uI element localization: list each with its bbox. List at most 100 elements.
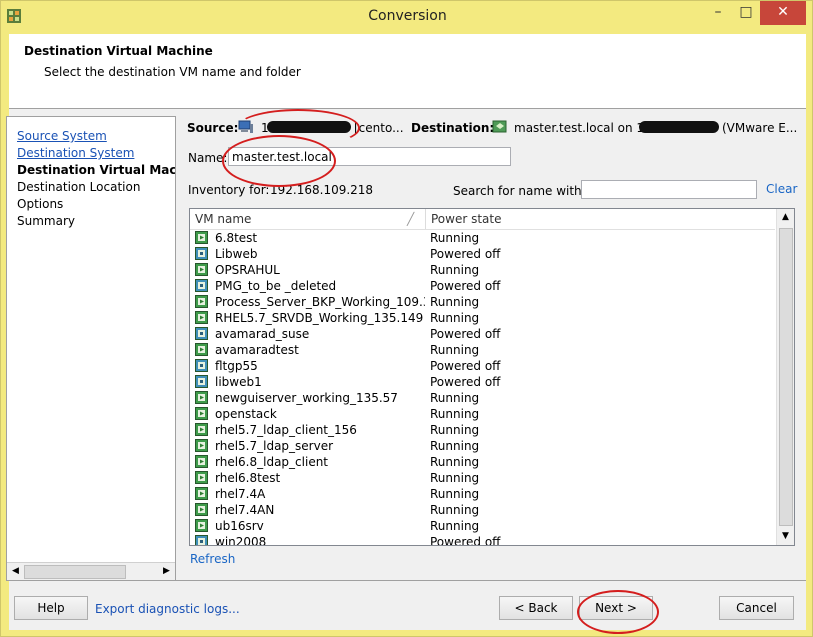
wizard-header: Destination Virtual Machine Select the d…: [9, 34, 806, 109]
vm-running-icon: [195, 407, 208, 420]
table-row[interactable]: win2008 Powered off: [190, 534, 775, 546]
table-row[interactable]: ub16srv Running: [190, 518, 775, 534]
nav-step-options: Options: [17, 197, 64, 211]
column-divider[interactable]: [425, 209, 426, 229]
vm-table: VM name ╱ Power state 6.8test Running Libw…: [189, 208, 795, 546]
power-state-cell: Powered off: [430, 535, 501, 546]
power-state-cell: Running: [430, 231, 480, 245]
scrollbar-thumb[interactable]: [24, 565, 126, 579]
power-state-cell: Running: [430, 407, 480, 421]
table-row[interactable]: Libweb Powered off: [190, 246, 775, 262]
power-state-cell: Running: [430, 503, 480, 517]
vm-running-icon: [195, 423, 208, 436]
table-row[interactable]: avamarad_suse Powered off: [190, 326, 775, 342]
redaction-mark: [267, 121, 351, 133]
power-state-cell: Powered off: [430, 375, 501, 389]
vm-table-header: VM name ╱ Power state: [190, 209, 775, 230]
column-header-power-state[interactable]: Power state: [431, 212, 502, 226]
clear-link[interactable]: Clear: [766, 182, 797, 196]
table-row[interactable]: PMG_to_be _deleted Powered off: [190, 278, 775, 294]
nav-horizontal-scrollbar[interactable]: ◀ ▶: [7, 562, 175, 580]
table-row[interactable]: rhel5.7_ldap_server Running: [190, 438, 775, 454]
table-row[interactable]: OPSRAHUL Running: [190, 262, 775, 278]
minimize-button[interactable]: –: [705, 1, 731, 25]
table-row[interactable]: rhel6.8test Running: [190, 470, 775, 486]
power-state-cell: Running: [430, 519, 480, 533]
power-state-cell: Running: [430, 263, 480, 277]
table-row[interactable]: fltgp55 Powered off: [190, 358, 775, 374]
maximize-button[interactable]: □: [733, 1, 759, 25]
vm-name-input[interactable]: [228, 147, 511, 166]
window-title: Conversion: [368, 8, 447, 24]
power-state-cell: Running: [430, 439, 480, 453]
table-row[interactable]: rhel7.4AN Running: [190, 502, 775, 518]
vm-name-cell: ub16srv: [215, 519, 264, 533]
help-button[interactable]: Help: [14, 596, 88, 620]
page-subtitle: Select the destination VM name and folde…: [44, 65, 301, 79]
vm-name-cell: PMG_to_be _deleted: [215, 279, 337, 293]
wizard-steps-nav: Source System Destination System Destina…: [6, 116, 176, 581]
vm-name-cell: rhel6.8_ldap_client: [215, 455, 329, 469]
power-state-cell: Running: [430, 423, 480, 437]
cancel-button[interactable]: Cancel: [719, 596, 794, 620]
nav-step-destination-vm: Destination Virtual Machine: [17, 163, 176, 177]
vm-running-icon: [195, 503, 208, 516]
vm-name-cell: rhel7.4AN: [215, 503, 275, 517]
vm-running-icon: [195, 519, 208, 532]
vm-running-icon: [195, 311, 208, 324]
vm-name-cell: 6.8test: [215, 231, 258, 245]
title-bar[interactable]: Conversion – □ ✕: [1, 1, 813, 33]
inventory-value: 192.168.109.218: [270, 183, 374, 197]
nav-step-destination-location: Destination Location: [17, 180, 141, 194]
vm-running-icon: [195, 263, 208, 276]
vm-name-cell: rhel7.4A: [215, 487, 266, 501]
computer-icon: [238, 120, 253, 133]
vm-name-cell: Libweb: [215, 247, 258, 261]
table-row[interactable]: avamaradtest Running: [190, 342, 775, 358]
vm-off-icon: [195, 247, 208, 260]
table-row[interactable]: Process_Server_BKP_Working_109.38 Running: [190, 294, 775, 310]
power-state-cell: Powered off: [430, 247, 501, 261]
nav-step-summary: Summary: [17, 214, 75, 228]
vm-name-cell: rhel6.8test: [215, 471, 281, 485]
power-state-cell: Powered off: [430, 327, 501, 341]
table-row[interactable]: rhel5.7_ldap_client_156 Running: [190, 422, 775, 438]
table-row[interactable]: libweb1 Powered off: [190, 374, 775, 390]
vm-off-icon: [195, 359, 208, 372]
close-button[interactable]: ✕: [760, 1, 806, 25]
nav-step-source-system[interactable]: Source System: [17, 129, 107, 143]
destination-label: Destination:: [411, 121, 495, 135]
vm-name-cell: openstack: [215, 407, 277, 421]
table-row[interactable]: rhel6.8_ldap_client Running: [190, 454, 775, 470]
scroll-down-icon[interactable]: ▼: [777, 528, 794, 545]
power-state-cell: Running: [430, 487, 480, 501]
back-button[interactable]: < Back: [499, 596, 573, 620]
scroll-left-icon[interactable]: ◀: [8, 564, 23, 579]
vm-running-icon: [195, 343, 208, 356]
vm-name-cell: fltgp55: [215, 359, 258, 373]
table-row[interactable]: openstack Running: [190, 406, 775, 422]
table-row[interactable]: 6.8test Running: [190, 230, 775, 246]
vm-name-cell: OPSRAHUL: [215, 263, 280, 277]
search-input[interactable]: [581, 180, 757, 199]
vm-off-icon: [195, 327, 208, 340]
scroll-up-icon[interactable]: ▲: [777, 209, 794, 226]
next-button[interactable]: Next >: [579, 596, 653, 620]
power-state-cell: Running: [430, 471, 480, 485]
vm-table-vertical-scrollbar[interactable]: ▲ ▼: [776, 209, 794, 545]
export-diagnostic-logs-link[interactable]: Export diagnostic logs...: [95, 602, 240, 616]
vm-running-icon: [195, 487, 208, 500]
table-row[interactable]: newguiserver_working_135.57 Running: [190, 390, 775, 406]
vm-running-icon: [195, 231, 208, 244]
vm-name-cell: rhel5.7_ldap_client_156: [215, 423, 357, 437]
sort-icon: ╱: [407, 212, 415, 226]
column-header-vm-name[interactable]: VM name: [195, 212, 251, 226]
vm-name-cell: libweb1: [215, 375, 262, 389]
table-row[interactable]: rhel7.4A Running: [190, 486, 775, 502]
scrollbar-thumb[interactable]: [779, 228, 793, 526]
refresh-link[interactable]: Refresh: [190, 552, 235, 566]
source-value-suffix: [cento...: [354, 121, 404, 135]
table-row[interactable]: RHEL5.7_SRVDB_Working_135.149 Running: [190, 310, 775, 326]
nav-step-destination-system[interactable]: Destination System: [17, 146, 134, 160]
scroll-right-icon[interactable]: ▶: [159, 564, 174, 579]
